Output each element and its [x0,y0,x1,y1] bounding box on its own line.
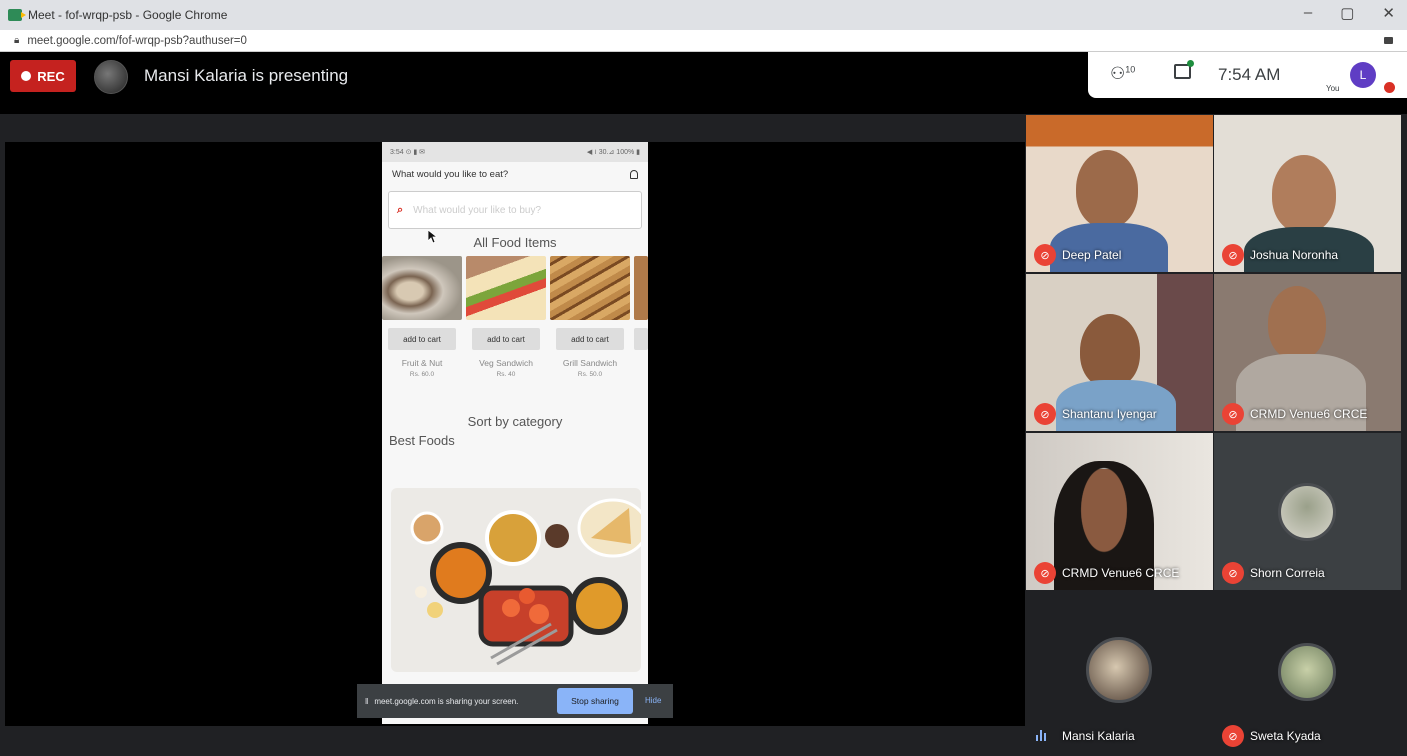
food-image-fruit-nut [382,256,462,320]
participant-avatar [1086,637,1152,703]
drag-handle-icon[interactable]: ‖ [365,697,368,706]
participant-name: Sweta Kyada [1250,729,1321,743]
shared-phone-screen: 3:54 ⊙ ▮ ✉ ◀ ≀ 30.⊿ 100% ▮ What would yo… [382,142,648,724]
mouse-cursor-icon [428,230,438,244]
hide-share-bar-button[interactable]: Hide [645,696,661,705]
minimize-button[interactable]: – [1304,4,1312,22]
participant-tile[interactable]: ⊘ CRMD Venue6 CRCE [1026,433,1213,590]
food-price: Rs. 40 [496,371,516,378]
rec-label: REC [37,68,65,84]
mic-off-icon: ⊘ [1222,403,1244,425]
meeting-time: 7:54 AM [1218,65,1281,84]
you-label: You [1326,84,1340,93]
food-items-row: add to cart Fruit & Nut Rs. 60.0 add to … [382,256,648,378]
bell-icon[interactable] [630,169,638,179]
participant-tile[interactable]: ⊘ Shantanu Iyengar [1026,274,1213,431]
food-price: Rs. 50.0 [577,371,603,378]
phone-status-right: ◀ ≀ 30.⊿ 100% ▮ [586,149,640,156]
food-item-partial [634,256,648,378]
participant-tile[interactable]: ⊘ Shorn Correia [1214,433,1401,590]
participant-tile[interactable]: Mansi Kalaria [1026,593,1213,753]
recording-badge: REC [10,60,76,92]
speaking-indicator-icon [1036,730,1046,741]
food-name: Veg Sandwich [479,358,533,368]
food-item: add to cart Veg Sandwich Rs. 40 [466,256,546,378]
participant-name: CRMD Venue6 CRCE [1062,566,1180,580]
add-to-cart-button[interactable]: add to cart [472,328,540,350]
participant-tile[interactable]: ⊘ CRMD Venue6 CRCE [1214,274,1401,431]
food-item: add to cart Grill Sandwich Rs. 50.0 [550,256,630,378]
add-to-cart-button-partial[interactable] [634,328,648,350]
phone-status-bar: 3:54 ⊙ ▮ ✉ ◀ ≀ 30.⊿ 100% ▮ [382,142,648,162]
user-muted-icon [1384,82,1395,93]
maximize-button[interactable]: ▢ [1340,4,1354,22]
meeting-info-bar: ⚇10 7:54 AM You L [1088,52,1407,98]
mic-off-icon: ⊘ [1222,725,1244,747]
search-icon: ⌕ [397,203,404,216]
best-foods-image[interactable] [391,488,641,672]
people-icon: ⚇ [1110,64,1126,83]
browser-titlebar: Meet - fof-wrqp-psb - Google Chrome – ▢ … [0,0,1407,30]
mic-off-icon: ⊘ [1034,403,1056,425]
phone-status-left: 3:54 ⊙ ▮ ✉ [390,149,426,156]
lock-icon: 🔒︎ [14,35,20,46]
chat-icon[interactable] [1174,60,1194,79]
meet-favicon-icon [8,9,26,21]
user-avatar[interactable]: L [1350,62,1376,88]
participant-avatar [1278,643,1336,701]
food-image-grill-sandwich [550,256,630,320]
meet-window: REC Mansi Kalaria is presenting ⚇10 7:54… [0,52,1407,756]
participant-video [1076,150,1138,228]
participants-count: 10 [1125,64,1136,75]
search-input[interactable]: ⌕ What would your like to buy? [388,191,642,244]
close-button[interactable]: ✕ [1382,4,1395,22]
participant-name: Mansi Kalaria [1062,729,1135,743]
stop-sharing-button[interactable]: Stop sharing [557,688,633,714]
mic-off-icon: ⊘ [1034,562,1056,584]
participants-button[interactable]: ⚇10 [1110,64,1135,84]
food-item: add to cart Fruit & Nut Rs. 60.0 [382,256,462,378]
food-name: Fruit & Nut [401,358,443,368]
participant-name: Deep Patel [1062,248,1122,262]
participant-video [1080,314,1140,388]
participant-name: Shorn Correia [1250,566,1325,580]
app-header-title: What would you like to eat? [392,168,509,180]
participant-name: CRMD Venue6 CRCE [1250,407,1368,421]
add-to-cart-button[interactable]: add to cart [556,328,624,350]
mic-off-icon: ⊘ [1034,244,1056,266]
search-placeholder: What would your like to buy? [413,204,542,216]
mic-off-icon: ⊘ [1222,244,1244,266]
participant-tile[interactable]: ⊘ Sweta Kyada [1214,593,1401,753]
extension-icon[interactable] [1384,37,1393,44]
food-price: Rs. 60.0 [409,371,435,378]
food-image-partial [634,256,648,320]
app-header: What would you like to eat? [382,162,648,186]
mic-off-icon: ⊘ [1222,562,1244,584]
participant-video-body [1056,380,1176,431]
add-to-cart-button[interactable]: add to cart [388,328,456,350]
best-foods-illustration [410,498,641,666]
sort-by-category-title: Sort by category [467,414,563,429]
presenting-text: Mansi Kalaria is presenting [144,66,349,85]
participant-video [1268,286,1326,360]
url-text[interactable]: meet.google.com/fof-wrqp-psb?authuser=0 [27,35,247,47]
food-image-veg-sandwich [466,256,546,320]
window-controls: – ▢ ✕ [1304,4,1395,22]
record-dot-icon [21,71,32,81]
participant-tile[interactable]: ⊘ Deep Patel [1026,115,1213,272]
participant-name: Joshua Noronha [1250,248,1339,262]
share-bar-text: meet.google.com is sharing your screen. [374,696,519,706]
best-foods-title: Best Foods [389,433,455,448]
address-bar[interactable]: 🔒︎ meet.google.com/fof-wrqp-psb?authuser… [0,30,1407,52]
presenter-avatar [94,60,128,94]
food-name: Grill Sandwich [562,358,618,368]
participant-tile[interactable]: ⊘ Joshua Noronha [1214,115,1401,272]
participant-name: Shantanu Iyengar [1062,407,1157,421]
window-title: Meet - fof-wrqp-psb - Google Chrome [28,8,228,22]
all-food-title: All Food Items [473,235,557,250]
screen-share-bar: ‖ meet.google.com is sharing your screen… [357,684,673,718]
participant-video [1272,155,1336,233]
participant-avatar [1278,483,1336,541]
